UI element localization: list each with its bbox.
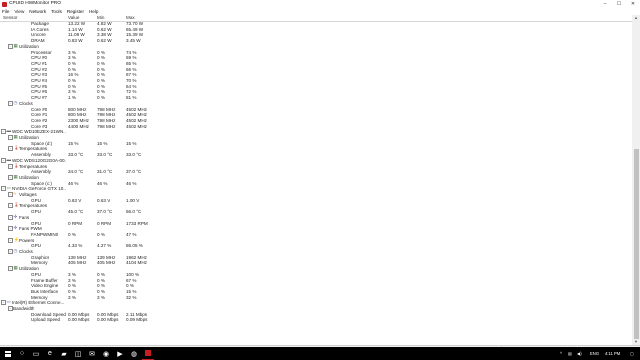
power-icon: ⚡ [13,236,20,242]
collapse-icon[interactable]: − [8,192,13,197]
drive-icon: ▬ [6,128,12,134]
collapse-icon[interactable]: − [8,249,13,254]
utilization-icon: ▦ [13,265,18,271]
fan-icon: ✣ [13,225,18,231]
utilization-icon: ▦ [13,42,18,48]
tray-chevron-icon[interactable]: ^ [560,347,562,360]
utilization-icon: ▦ [13,173,18,179]
sensor-label: Upload Speed [31,317,61,323]
collapse-icon[interactable]: − [1,186,6,192]
language-indicator[interactable]: ENG [590,347,599,360]
collapse-icon[interactable]: − [8,237,13,243]
mail-icon[interactable]: ✉ [86,347,98,360]
collapse-icon[interactable]: − [8,174,13,180]
collapse-icon[interactable]: − [8,135,13,140]
thermometer-icon: 🌡 [13,202,20,208]
app-icon [2,1,7,7]
chrome-icon[interactable]: ◉ [100,347,112,360]
task-view-icon[interactable]: ▭ [30,347,42,360]
thermometer-icon: 🌡 [13,145,20,151]
start-button[interactable] [2,347,14,360]
menu-network[interactable]: Network [29,9,46,14]
collapse-icon[interactable]: − [1,157,6,163]
drive-icon: ▬ [6,156,12,162]
sensor-max: 0.09 Mbps [126,317,148,323]
file-explorer-icon[interactable]: ▰ [58,347,70,360]
scrollbar-thumb[interactable] [633,149,639,339]
hwmonitor-taskbar-icon[interactable] [142,347,154,360]
menu-view[interactable]: View [14,9,24,14]
notification-icon[interactable]: ▢ [630,347,634,360]
title-bar: CPUID HWMonitor PRO – ☐ ✕ [0,0,640,8]
collapse-icon[interactable]: − [8,266,13,272]
clock-icon: ◷ [13,99,18,105]
media-icon[interactable]: ▶ [114,347,126,360]
menu-tools[interactable]: Tools [51,9,62,14]
network-icon[interactable]: ▤ [568,347,572,360]
windows-logo-icon [5,350,11,357]
voltage-icon: ϟ [13,191,16,196]
store-icon[interactable]: ◫ [72,347,84,360]
volume-icon[interactable]: ◀) [577,347,582,360]
minimize-button[interactable]: – [598,0,612,8]
gpu-icon: ▭ [6,185,11,191]
collapse-icon[interactable]: − [8,214,13,220]
collapse-icon[interactable]: − [1,129,6,135]
network-adapter-icon: ▭ [6,299,11,305]
thermometer-icon: 🌡 [13,162,20,168]
clock-icon: ◷ [13,248,18,253]
sensor-value: 0.00 Mbps [68,317,90,323]
menu-help[interactable]: Help [89,9,98,14]
clock[interactable]: 4:11 PM [605,347,620,360]
collapse-icon[interactable]: − [8,100,13,106]
menu-file[interactable]: File [2,9,9,14]
menu-bar: File View Network Tools Register Help [0,8,640,15]
menu-register[interactable]: Register [67,9,84,14]
sensor-row[interactable]: Upload Speed 0.00 Mbps 0.00 Mbps 0.09 Mbps [0,317,632,323]
collapse-icon[interactable]: − [8,43,13,49]
window-title: CPUID HWMonitor PRO [9,1,61,6]
collapse-icon[interactable]: − [8,203,13,209]
edge-icon[interactable]: e [44,347,56,360]
maximize-button[interactable]: ☐ [612,0,626,8]
utilization-icon: ▦ [13,134,18,139]
collapse-icon[interactable]: − [8,146,13,152]
sensor-tree[interactable]: Package 13.22 W 4.82 W 73.70 W IA Cores 1.14 … [0,21,632,345]
scroll-up-icon[interactable]: ▲ [632,15,640,21]
sensor-min: 0.00 Mbps [97,317,119,323]
collapse-icon[interactable]: − [1,300,6,306]
collapse-icon[interactable]: − [8,226,13,232]
fan-icon: ✣ [13,213,18,219]
taskbar: ○ ▭ e ▰ ◫ ✉ ◉ ▶ ◍ ^ ▤ ◀) ENG 4:11 PM ▢ [0,347,640,360]
collapse-icon[interactable]: − [8,163,13,169]
vertical-scrollbar[interactable]: ▲ ▼ [632,15,640,345]
steam-icon[interactable]: ◍ [128,347,140,360]
search-icon[interactable]: ○ [16,347,28,360]
close-button[interactable]: ✕ [626,0,640,8]
